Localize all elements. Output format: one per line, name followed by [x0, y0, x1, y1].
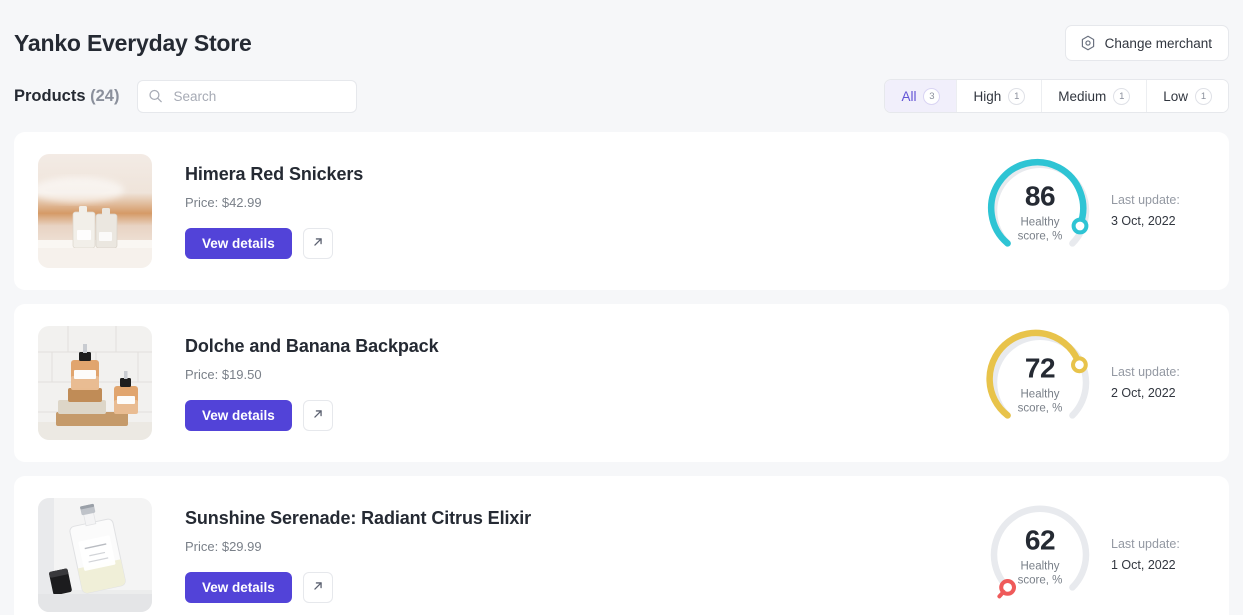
product-list: Himera Red Snickers Price: $42.99 Vew de…	[0, 118, 1243, 615]
product-name: Dolche and Banana Backpack	[185, 336, 979, 357]
arrow-up-right-icon	[311, 407, 325, 424]
arrow-up-right-icon	[311, 235, 325, 252]
product-thumbnail	[38, 498, 152, 612]
toolbar-left: Products (24)	[14, 80, 357, 113]
filter-tab-medium-label: Medium	[1058, 89, 1106, 104]
product-price: Price: $29.99	[185, 539, 979, 554]
products-heading-text: Products	[14, 87, 86, 105]
filter-tab-low-count: 1	[1195, 88, 1212, 105]
health-score-gauge: 86 Healthy score, %	[979, 150, 1101, 272]
page-title: Yanko Everyday Store	[14, 30, 252, 57]
last-update-date: 3 Oct, 2022	[1111, 211, 1215, 232]
product-price: Price: $42.99	[185, 195, 979, 210]
view-details-button[interactable]: Vew details	[185, 228, 292, 259]
filter-tab-high[interactable]: High 1	[957, 80, 1042, 112]
filter-tab-all-label: All	[901, 89, 916, 104]
hexagon-target-icon	[1080, 35, 1096, 51]
product-name: Sunshine Serenade: Radiant Citrus Elixir	[185, 508, 979, 529]
product-card[interactable]: Dolche and Banana Backpack Price: $19.50…	[14, 304, 1229, 462]
last-update-block: Last update: 2 Oct, 2022	[1111, 362, 1215, 403]
last-update-block: Last update: 3 Oct, 2022	[1111, 190, 1215, 231]
view-details-button[interactable]: Vew details	[185, 572, 292, 603]
view-details-button[interactable]: Vew details	[185, 400, 292, 431]
filter-tab-medium-count: 1	[1113, 88, 1130, 105]
severity-filter-group: All 3 High 1 Medium 1 Low 1	[884, 79, 1229, 113]
product-thumbnail	[38, 154, 152, 268]
filter-tab-all[interactable]: All 3	[885, 80, 957, 112]
search-input[interactable]	[137, 80, 357, 113]
product-price: Price: $19.50	[185, 367, 979, 382]
last-update-label: Last update:	[1111, 362, 1215, 383]
health-score-gauge: 72 Healthy score, %	[979, 322, 1101, 444]
filter-tab-medium[interactable]: Medium 1	[1042, 80, 1147, 112]
search-box[interactable]	[137, 80, 357, 113]
change-merchant-button[interactable]: Change merchant	[1065, 25, 1229, 61]
last-update-date: 1 Oct, 2022	[1111, 555, 1215, 576]
last-update-date: 2 Oct, 2022	[1111, 383, 1215, 404]
product-actions: Vew details	[185, 400, 979, 431]
page-header: Yanko Everyday Store Change merchant	[0, 0, 1243, 62]
open-external-button[interactable]	[303, 400, 333, 431]
product-details: Dolche and Banana Backpack Price: $19.50…	[152, 336, 979, 431]
open-external-button[interactable]	[303, 572, 333, 603]
last-update-label: Last update:	[1111, 534, 1215, 555]
filter-tab-low[interactable]: Low 1	[1147, 80, 1228, 112]
product-card[interactable]: Sunshine Serenade: Radiant Citrus Elixir…	[14, 476, 1229, 615]
product-actions: Vew details	[185, 228, 979, 259]
toolbar: Products (24) All 3 High 1 Medium 1	[0, 62, 1243, 118]
products-count: (24)	[90, 87, 119, 105]
filter-tab-all-count: 3	[923, 88, 940, 105]
product-details: Sunshine Serenade: Radiant Citrus Elixir…	[152, 508, 979, 603]
last-update-block: Last update: 1 Oct, 2022	[1111, 534, 1215, 575]
products-heading: Products (24)	[14, 87, 119, 106]
health-score-gauge: 62 Healthy score, %	[979, 494, 1101, 615]
last-update-label: Last update:	[1111, 190, 1215, 211]
filter-tab-low-label: Low	[1163, 89, 1188, 104]
product-actions: Vew details	[185, 572, 979, 603]
change-merchant-label: Change merchant	[1105, 36, 1212, 51]
product-thumbnail	[38, 326, 152, 440]
filter-tab-high-label: High	[973, 89, 1001, 104]
product-card[interactable]: Himera Red Snickers Price: $42.99 Vew de…	[14, 132, 1229, 290]
product-details: Himera Red Snickers Price: $42.99 Vew de…	[152, 164, 979, 259]
filter-tab-high-count: 1	[1008, 88, 1025, 105]
product-name: Himera Red Snickers	[185, 164, 979, 185]
open-external-button[interactable]	[303, 228, 333, 259]
arrow-up-right-icon	[311, 579, 325, 596]
